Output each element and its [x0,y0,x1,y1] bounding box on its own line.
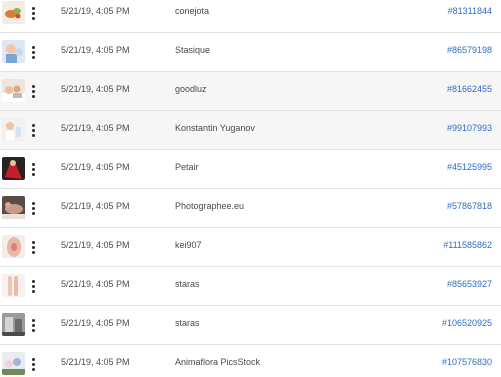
author-cell: staras [175,318,200,328]
asset-list: 5/21/19, 4:05 PM conejota #81311844 5/21… [0,0,501,377]
thumbnail-image[interactable] [2,118,25,141]
author-cell: kei907 [175,240,202,250]
author-cell: conejota [175,6,210,16]
thumbnail-image[interactable] [2,235,25,258]
author-cell: Photographee.eu [175,201,245,211]
asset-id-link[interactable]: #106520925 [442,318,492,328]
date-cell: 5/21/19, 4:05 PM [61,123,130,133]
thumbnail-image[interactable] [2,352,25,375]
date-cell: 5/21/19, 4:05 PM [61,162,130,172]
more-options-icon[interactable] [30,236,38,258]
asset-id-link[interactable]: #81311844 [448,6,492,16]
date-cell: 5/21/19, 4:05 PM [61,279,130,289]
more-options-icon[interactable] [30,80,38,102]
more-options-icon[interactable] [30,41,38,63]
date-cell: 5/21/19, 4:05 PM [61,201,130,211]
more-options-icon[interactable] [30,353,38,375]
thumbnail-image[interactable] [2,274,25,297]
list-item[interactable]: 5/21/19, 4:05 PM staras #85653927 [0,267,501,306]
list-item[interactable]: 5/21/19, 4:05 PM conejota #81311844 [0,0,501,33]
list-item[interactable]: 5/21/19, 4:05 PM Stasique #86579198 [0,33,501,72]
list-item[interactable]: 5/21/19, 4:05 PM Petair #45125995 [0,150,501,189]
list-item[interactable]: 5/21/19, 4:05 PM Photographee.eu #578678… [0,189,501,228]
author-cell: Stasique [175,45,211,55]
asset-id-link[interactable]: #99107993 [447,123,492,133]
more-options-icon[interactable] [30,158,38,180]
author-cell: staras [175,279,200,289]
more-options-icon[interactable] [30,119,38,141]
date-cell: 5/21/19, 4:05 PM [61,45,130,55]
asset-id-link[interactable]: #57867818 [447,201,492,211]
date-cell: 5/21/19, 4:05 PM [61,6,130,16]
author-cell: Konstantin Yuganov [175,123,255,133]
thumbnail-image[interactable] [2,79,25,102]
asset-id-link[interactable]: #85653927 [447,279,492,289]
list-item[interactable]: 5/21/19, 4:05 PM Konstantin Yuganov #991… [0,111,501,150]
thumbnail-image[interactable] [2,313,25,336]
more-options-icon[interactable] [30,275,38,297]
asset-id-link[interactable]: #107576830 [442,357,492,367]
author-cell: goodluz [175,84,207,94]
thumbnail-image[interactable] [2,1,25,24]
asset-id-link[interactable]: #86579198 [447,45,492,55]
thumbnail-image[interactable] [2,157,25,180]
date-cell: 5/21/19, 4:05 PM [61,357,130,367]
list-item[interactable]: 5/21/19, 4:05 PM kei907 #111585862 [0,228,501,267]
date-cell: 5/21/19, 4:05 PM [61,84,130,94]
asset-id-link[interactable]: #81662455 [447,84,492,94]
list-item[interactable]: 5/21/19, 4:05 PM Animaflora PicsStock #1… [0,345,501,377]
list-item[interactable]: 5/21/19, 4:05 PM staras #106520925 [0,306,501,345]
asset-id-link[interactable]: #111585862 [443,240,492,250]
date-cell: 5/21/19, 4:05 PM [61,240,130,250]
date-cell: 5/21/19, 4:05 PM [61,318,130,328]
more-options-icon[interactable] [30,314,38,336]
thumbnail-image[interactable] [2,40,25,63]
author-cell: Petair [175,162,199,172]
author-cell: Animaflora PicsStock [175,357,261,367]
more-options-icon[interactable] [30,2,38,24]
asset-id-link[interactable]: #45125995 [447,162,492,172]
list-item[interactable]: 5/21/19, 4:05 PM goodluz #81662455 [0,72,501,111]
thumbnail-image[interactable] [2,196,25,219]
more-options-icon[interactable] [30,197,38,219]
